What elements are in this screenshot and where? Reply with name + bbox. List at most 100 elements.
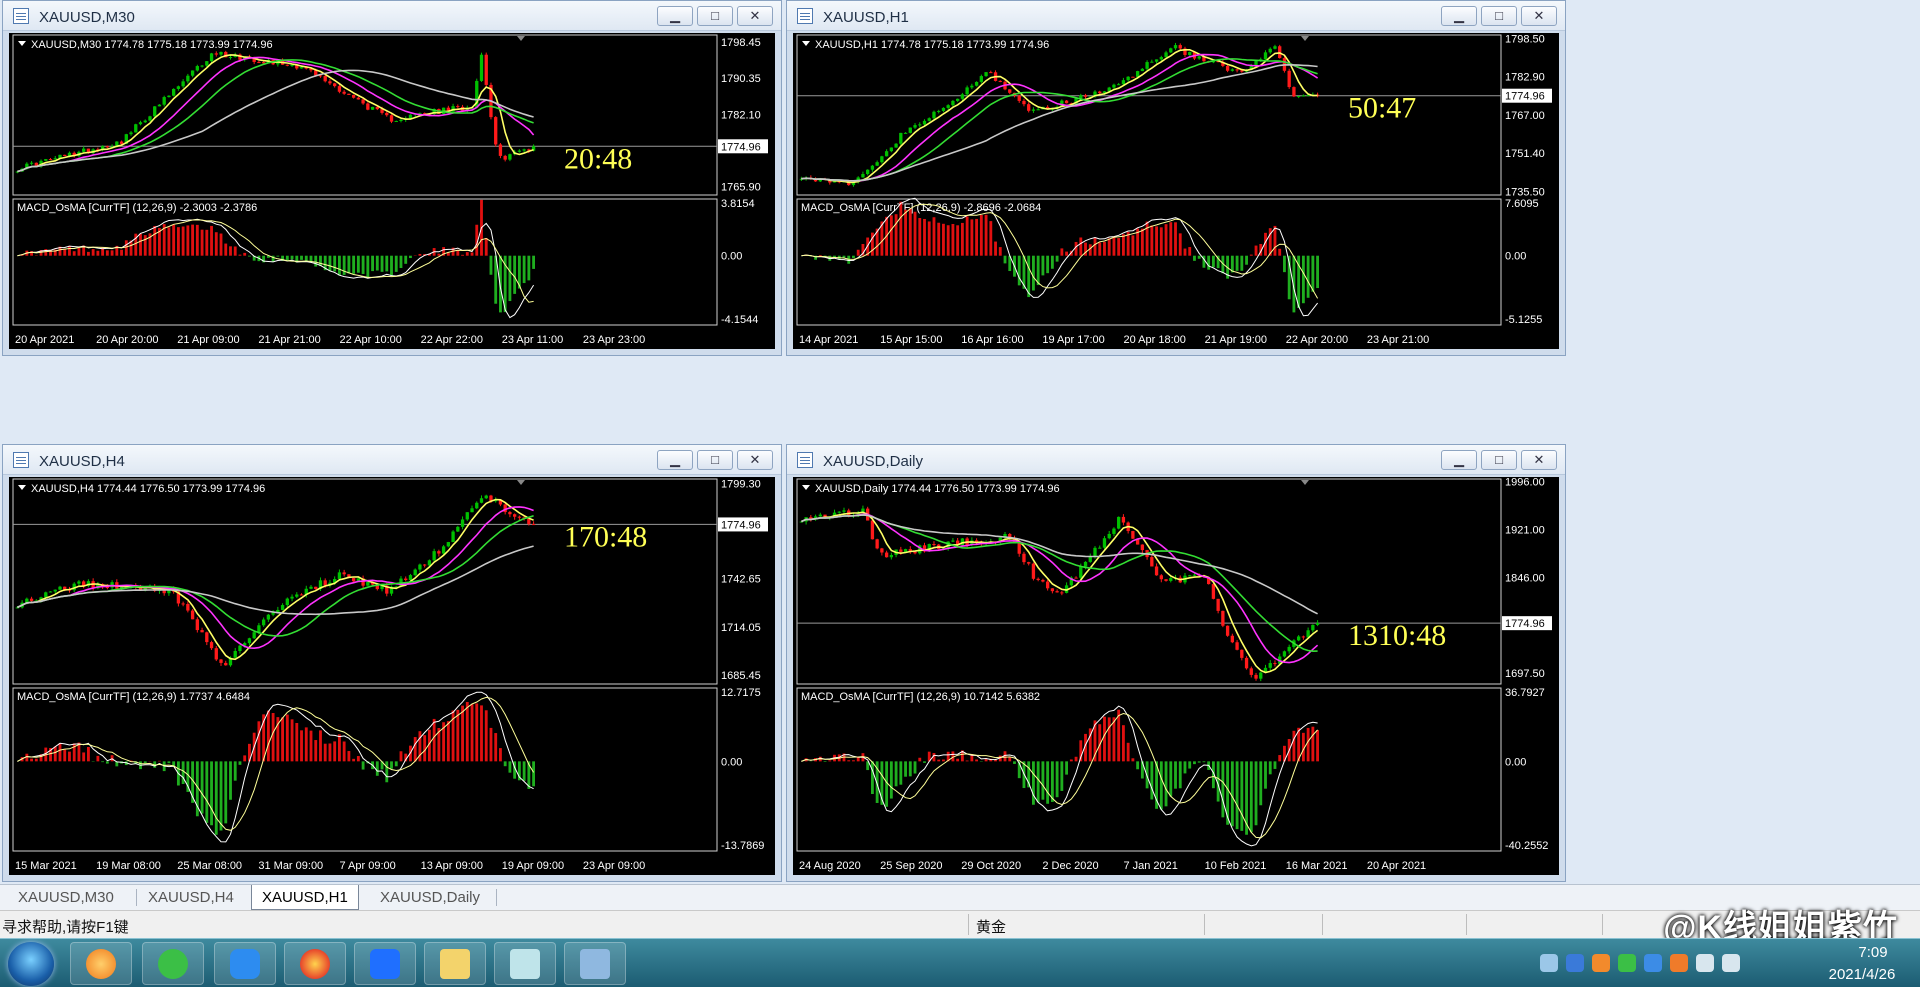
candle-body bbox=[460, 519, 465, 527]
macd-tick-label: -13.7869 bbox=[721, 840, 764, 852]
candle-body bbox=[1050, 588, 1055, 592]
candle-body bbox=[1301, 636, 1306, 638]
task-app-wechat[interactable] bbox=[142, 942, 204, 985]
candle-body bbox=[1060, 592, 1064, 594]
candle-body bbox=[1296, 636, 1301, 641]
candle-body bbox=[432, 551, 436, 561]
task-app-lark[interactable] bbox=[354, 942, 416, 985]
tray-shield-icon[interactable] bbox=[1566, 954, 1584, 972]
task-app-image-viewer[interactable] bbox=[564, 942, 626, 985]
tab-xauusd-daily[interactable]: XAUUSD,Daily bbox=[370, 885, 490, 910]
tab-xauusd-h1[interactable]: XAUUSD,H1 bbox=[251, 885, 359, 910]
tray-wechat-icon[interactable] bbox=[1618, 954, 1636, 972]
task-app-firefox[interactable] bbox=[284, 942, 346, 985]
moving-average-line bbox=[17, 69, 534, 173]
candle-body bbox=[1211, 584, 1216, 599]
window-titlebar[interactable]: XAUUSD,Daily ▁ □ ✕ bbox=[787, 445, 1565, 475]
chart-window-h1[interactable]: XAUUSD,H1 ▁ □ ✕ XAUUSD,H1 1774.78 1775.1… bbox=[786, 0, 1566, 356]
chart-window-h4[interactable]: XAUUSD,H4 ▁ □ ✕ XAUUSD,H4 1774.44 1776.5… bbox=[2, 444, 782, 882]
chart-window-daily[interactable]: XAUUSD,Daily ▁ □ ✕ XAUUSD,Daily 1774.44 … bbox=[786, 444, 1566, 882]
tray-network-icon[interactable] bbox=[1540, 954, 1558, 972]
candle-body bbox=[1107, 533, 1111, 539]
minimize-button[interactable]: ▁ bbox=[657, 450, 693, 470]
candle-body bbox=[228, 57, 233, 59]
candle-body bbox=[224, 662, 228, 666]
close-button[interactable]: ✕ bbox=[737, 450, 773, 470]
candle-body bbox=[1197, 56, 1201, 59]
candle-body bbox=[356, 97, 361, 100]
price-chart-svg[interactable]: XAUUSD,H1 1774.78 1775.18 1773.99 1774.9… bbox=[793, 33, 1559, 349]
candle-body bbox=[257, 625, 261, 633]
ohlc-label: XAUUSD,H4 1774.44 1776.50 1773.99 1774.9… bbox=[31, 483, 265, 495]
candle-body bbox=[153, 106, 157, 117]
minimize-button[interactable]: ▁ bbox=[1441, 450, 1477, 470]
candle-body bbox=[998, 80, 1002, 82]
task-app-folder[interactable] bbox=[424, 942, 486, 985]
chart-area[interactable]: XAUUSD,M30 1774.78 1775.18 1773.99 1774.… bbox=[9, 33, 775, 349]
candle-body bbox=[299, 594, 304, 596]
macd-tick-label: 0.00 bbox=[1505, 251, 1526, 263]
price-chart-svg[interactable]: XAUUSD,H4 1774.44 1776.50 1773.99 1774.9… bbox=[9, 477, 775, 875]
date-tick-label: 7 Apr 09:00 bbox=[339, 860, 395, 872]
tray-app-icon[interactable] bbox=[1592, 954, 1610, 972]
candle-body bbox=[285, 64, 289, 66]
chart-area[interactable]: XAUUSD,H4 1774.44 1776.50 1773.99 1774.9… bbox=[9, 477, 775, 875]
tray-app-icon[interactable] bbox=[1644, 954, 1662, 972]
window-title: XAUUSD,Daily bbox=[823, 453, 924, 470]
candle-body bbox=[323, 580, 327, 586]
candle-body bbox=[342, 91, 346, 94]
price-chart-svg[interactable]: XAUUSD,Daily 1774.44 1776.50 1773.99 177… bbox=[793, 477, 1559, 875]
tab-xauusd-m30[interactable]: XAUUSD,M30 bbox=[8, 885, 124, 910]
tray-volume-icon[interactable] bbox=[1696, 954, 1714, 972]
close-button[interactable]: ✕ bbox=[1521, 6, 1557, 26]
moving-average-line bbox=[801, 58, 1318, 182]
minimize-button[interactable]: ▁ bbox=[1441, 6, 1477, 26]
start-button[interactable] bbox=[8, 942, 54, 986]
price-chart-svg[interactable]: XAUUSD,M30 1774.78 1775.18 1773.99 1774.… bbox=[9, 33, 775, 349]
task-app-orange[interactable] bbox=[70, 942, 132, 985]
candle-body bbox=[951, 540, 955, 542]
task-app-trading[interactable] bbox=[494, 942, 556, 985]
maximize-button[interactable]: □ bbox=[1481, 450, 1517, 470]
candle-body bbox=[932, 543, 936, 545]
date-tick-label: 19 Apr 09:00 bbox=[502, 860, 564, 872]
chart-window-m30[interactable]: XAUUSD,M30 ▁ □ ✕ XAUUSD,M30 1774.78 1775… bbox=[2, 0, 782, 356]
date-tick-label: 19 Apr 17:00 bbox=[1042, 334, 1104, 346]
clock-date[interactable]: 2021/4/26 bbox=[1812, 966, 1912, 983]
window-titlebar[interactable]: XAUUSD,H1 ▁ □ ✕ bbox=[787, 1, 1565, 31]
maximize-button[interactable]: □ bbox=[697, 450, 733, 470]
date-tick-label: 25 Mar 08:00 bbox=[177, 860, 242, 872]
candle-body bbox=[1031, 563, 1036, 579]
candle-body bbox=[1022, 553, 1026, 563]
candle-body bbox=[399, 119, 403, 122]
tray-signal-icon[interactable] bbox=[1722, 954, 1740, 972]
price-tick-label: 1774.96 bbox=[1505, 91, 1545, 103]
candle-body bbox=[1131, 76, 1135, 78]
task-app-feishu[interactable] bbox=[214, 942, 276, 985]
shift-marker-icon bbox=[1301, 36, 1309, 41]
candle-body bbox=[1017, 95, 1021, 101]
candle-body bbox=[484, 54, 488, 85]
maximize-button[interactable]: □ bbox=[697, 6, 733, 26]
date-tick-label: 23 Apr 23:00 bbox=[583, 334, 645, 346]
candle-body bbox=[77, 581, 81, 584]
window-titlebar[interactable]: XAUUSD,M30 ▁ □ ✕ bbox=[3, 1, 781, 31]
tray-app-icon[interactable] bbox=[1670, 954, 1688, 972]
chart-area[interactable]: XAUUSD,H1 1774.78 1775.18 1773.99 1774.9… bbox=[793, 33, 1559, 349]
candle-body bbox=[880, 156, 884, 163]
candle-body bbox=[1244, 657, 1249, 669]
macd-panel-frame bbox=[796, 198, 1502, 326]
clock-time[interactable]: 7:09 bbox=[1838, 944, 1908, 961]
close-button[interactable]: ✕ bbox=[1521, 450, 1557, 470]
maximize-button[interactable]: □ bbox=[1481, 6, 1517, 26]
candle-body bbox=[427, 560, 432, 566]
minimize-button[interactable]: ▁ bbox=[657, 6, 693, 26]
close-button[interactable]: ✕ bbox=[737, 6, 773, 26]
bar-countdown-timer: 20:48 bbox=[564, 142, 632, 175]
macd-line bbox=[801, 197, 1318, 317]
chart-area[interactable]: XAUUSD,Daily 1774.44 1776.50 1773.99 177… bbox=[793, 477, 1559, 875]
window-titlebar[interactable]: XAUUSD,H4 ▁ □ ✕ bbox=[3, 445, 781, 475]
candle-body bbox=[441, 546, 446, 554]
candle-body bbox=[143, 120, 147, 123]
tab-xauusd-h4[interactable]: XAUUSD,H4 bbox=[138, 885, 244, 910]
